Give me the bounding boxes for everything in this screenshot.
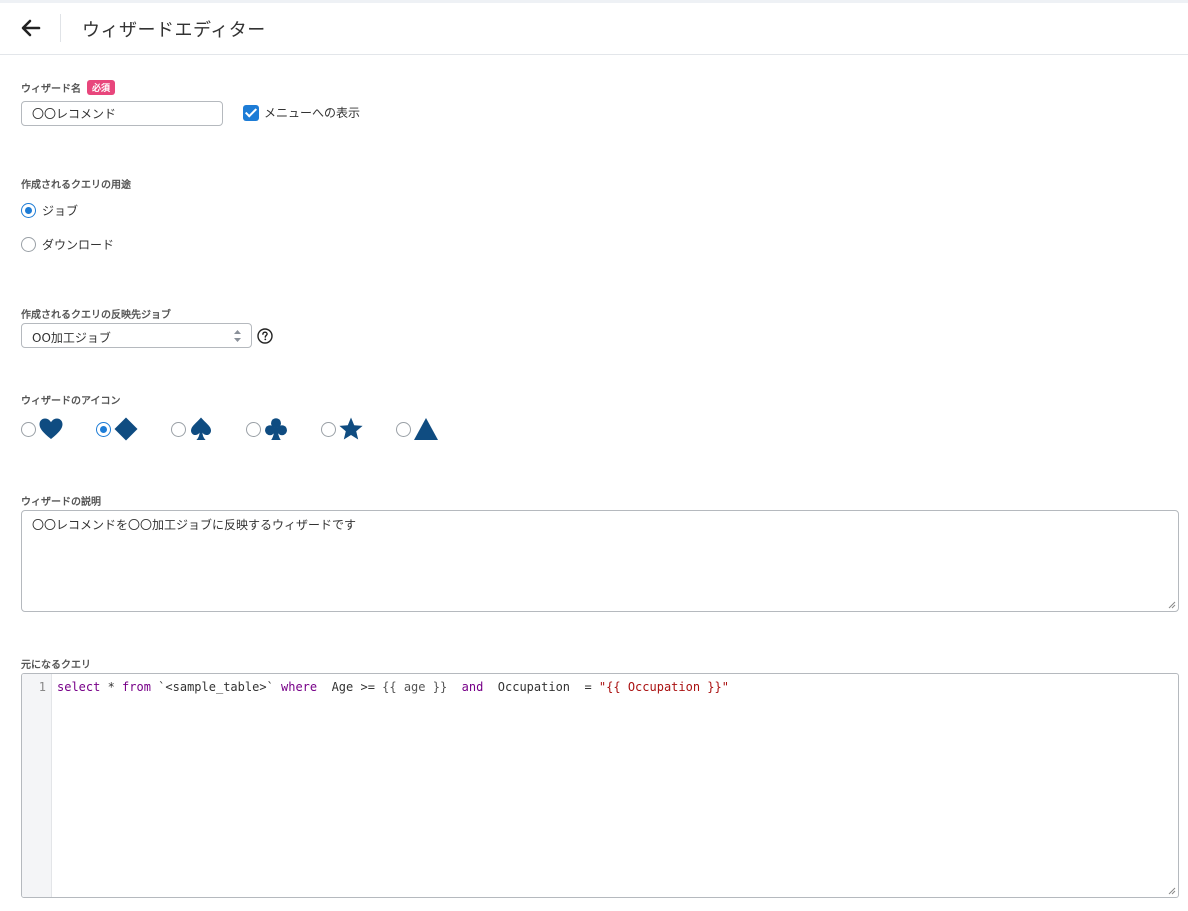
radio-selected-icon[interactable] xyxy=(96,421,111,437)
resize-grip-icon[interactable] xyxy=(1168,601,1176,609)
radio-unselected-icon[interactable] xyxy=(321,421,336,437)
select-arrows-icon xyxy=(234,330,241,342)
checkbox-checked-icon[interactable] xyxy=(243,104,259,121)
description-text: 〇〇レコメンドを〇〇加工ジョブに反映するウィザードです xyxy=(32,518,357,532)
radio-selected-icon[interactable] xyxy=(21,203,36,218)
radio-unselected-icon[interactable] xyxy=(171,421,186,437)
show-in-menu-checkbox[interactable]: メニューへの表示 xyxy=(243,104,360,121)
icon-option-star[interactable] xyxy=(321,416,364,442)
wizard-icon-label: ウィザードのアイコン xyxy=(21,396,121,407)
triangle-icon xyxy=(414,418,438,440)
code-token: Age >= xyxy=(317,680,383,694)
back-arrow-icon[interactable] xyxy=(18,15,44,41)
radio-unselected-icon[interactable] xyxy=(21,237,36,252)
help-icon[interactable] xyxy=(257,328,273,344)
code-token: select xyxy=(57,680,101,694)
resize-grip-icon[interactable] xyxy=(1168,887,1176,895)
spade-icon xyxy=(191,417,211,440)
description-label: ウィザードの説明 xyxy=(21,497,101,508)
purpose-option-job[interactable]: ジョブ xyxy=(21,202,78,219)
code-line[interactable]: select * from `<sample_table>` where Age… xyxy=(57,680,729,694)
required-badge: 必須 xyxy=(87,80,116,95)
show-in-menu-label: メニューへの表示 xyxy=(264,106,361,120)
purpose-label: 作成されるクエリの用途 xyxy=(21,180,131,191)
code-token: Occupation = xyxy=(483,680,599,694)
code-token: {{ age }} xyxy=(382,680,448,694)
page-header: ウィザードエディター xyxy=(0,3,1188,55)
description-textarea[interactable]: 〇〇レコメンドを〇〇加工ジョブに反映するウィザードです xyxy=(21,510,1179,612)
icon-option-triangle[interactable] xyxy=(396,416,439,442)
code-token: where xyxy=(281,680,318,694)
icon-option-heart[interactable] xyxy=(21,416,64,442)
base-query-label: 元になるクエリ xyxy=(21,660,91,671)
diamond-icon xyxy=(114,417,138,441)
code-token: "{{ Occupation }}" xyxy=(598,680,729,694)
club-icon xyxy=(265,418,287,440)
target-job-selected-value: OO加工ジョブ xyxy=(32,331,111,345)
code-token: * xyxy=(100,680,123,694)
wizard-name-label-text: ウィザード名 xyxy=(21,84,81,95)
wizard-name-input[interactable] xyxy=(21,101,223,126)
star-icon xyxy=(339,417,363,440)
query-code-editor[interactable]: 1 select * from `<sample_table>` where A… xyxy=(21,673,1179,898)
code-token: from xyxy=(122,680,151,694)
icon-option-spade[interactable] xyxy=(171,416,214,442)
header-divider xyxy=(60,14,61,42)
purpose-option-download[interactable]: ダウンロード xyxy=(21,236,114,253)
page-title: ウィザードエディター xyxy=(82,20,266,41)
code-token: `<sample_table>` xyxy=(150,680,281,694)
target-job-select[interactable]: OO加工ジョブ xyxy=(21,323,252,348)
icon-option-club[interactable] xyxy=(246,416,289,442)
purpose-option-label: ジョブ xyxy=(42,204,79,218)
line-number: 1 xyxy=(38,680,46,694)
target-job-label: 作成されるクエリの反映先ジョブ xyxy=(21,310,171,321)
line-gutter: 1 xyxy=(22,674,52,897)
code-token: and xyxy=(461,680,484,694)
radio-unselected-icon[interactable] xyxy=(246,421,261,437)
icon-option-diamond[interactable] xyxy=(96,416,139,442)
radio-unselected-icon[interactable] xyxy=(396,421,411,437)
heart-icon xyxy=(39,418,63,439)
wizard-name-label: ウィザード名 必須 xyxy=(21,80,116,95)
purpose-option-label: ダウンロード xyxy=(42,238,115,252)
radio-unselected-icon[interactable] xyxy=(21,421,36,437)
